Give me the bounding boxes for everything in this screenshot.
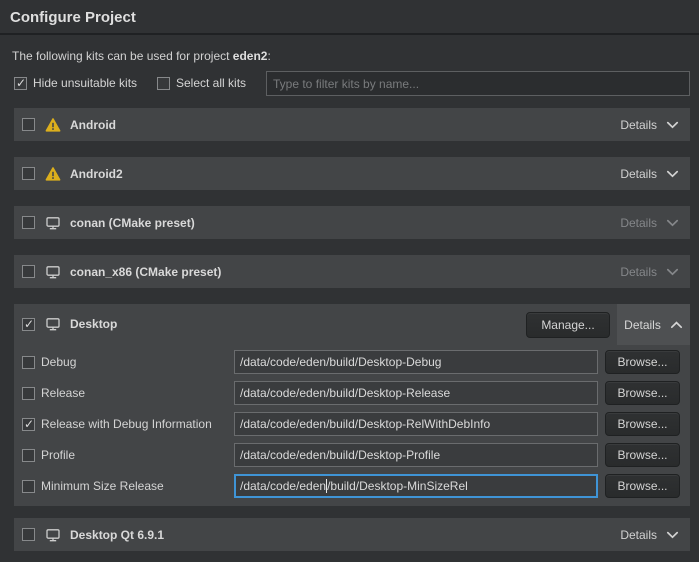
kit-checkbox[interactable] bbox=[22, 265, 35, 278]
build-config-row-profile: Profile Browse... bbox=[14, 443, 690, 467]
build-dir-input[interactable] bbox=[234, 412, 598, 436]
description-text: The following kits can be used for proje… bbox=[12, 49, 233, 63]
path-before-caret: /data/code/eden bbox=[240, 479, 326, 493]
kit-name: conan_x86 (CMake preset) bbox=[70, 265, 221, 279]
config-label: Profile bbox=[41, 448, 75, 462]
browse-button[interactable]: Browse... bbox=[605, 412, 680, 436]
kit-row-conan: conan (CMake preset) Details bbox=[14, 206, 690, 239]
browse-label: Browse... bbox=[617, 386, 667, 400]
details-toggle[interactable]: Details bbox=[620, 167, 690, 181]
details-label: Details bbox=[620, 528, 657, 542]
browse-label: Browse... bbox=[617, 417, 667, 431]
config-label: Debug bbox=[41, 355, 76, 369]
desktop-icon bbox=[45, 527, 61, 543]
details-toggle: Details bbox=[620, 265, 690, 279]
config-label: Minimum Size Release bbox=[41, 479, 164, 493]
warning-icon bbox=[45, 117, 61, 133]
browse-button[interactable]: Browse... bbox=[605, 350, 680, 374]
config-checkbox[interactable] bbox=[22, 356, 35, 369]
chevron-down-icon bbox=[666, 170, 679, 178]
kit-name: Desktop bbox=[70, 317, 117, 331]
manage-label: Manage... bbox=[541, 318, 594, 332]
config-checkbox[interactable] bbox=[22, 480, 35, 493]
select-all-checkbox[interactable] bbox=[157, 77, 170, 90]
warning-icon bbox=[45, 166, 61, 182]
hide-unsuitable-label: Hide unsuitable kits bbox=[33, 76, 137, 90]
description-suffix: : bbox=[267, 49, 270, 63]
chevron-down-icon bbox=[666, 219, 679, 227]
project-name: eden2 bbox=[233, 49, 268, 63]
browse-label: Browse... bbox=[617, 479, 667, 493]
config-checkbox[interactable] bbox=[22, 449, 35, 462]
details-toggle-expanded[interactable]: Details bbox=[617, 304, 690, 345]
desktop-icon bbox=[45, 215, 61, 231]
chevron-down-icon bbox=[666, 121, 679, 129]
kit-row-conan-x86: conan_x86 (CMake preset) Details bbox=[14, 255, 690, 288]
desktop-icon bbox=[45, 316, 61, 332]
browse-button[interactable]: Browse... bbox=[605, 381, 680, 405]
kit-name: Android bbox=[70, 118, 116, 132]
details-toggle[interactable]: Details bbox=[620, 118, 690, 132]
desktop-icon bbox=[45, 264, 61, 280]
kit-filter-input[interactable] bbox=[266, 71, 690, 96]
build-dir-input[interactable] bbox=[234, 381, 598, 405]
details-label: Details bbox=[620, 265, 657, 279]
kit-row-desktop-qt-691: Desktop Qt 6.9.1 Details bbox=[14, 518, 690, 551]
kit-checkbox[interactable] bbox=[22, 528, 35, 541]
chevron-down-icon bbox=[666, 531, 679, 539]
browse-label: Browse... bbox=[617, 448, 667, 462]
kit-name: Desktop Qt 6.9.1 bbox=[70, 528, 164, 542]
kit-name: conan (CMake preset) bbox=[70, 216, 195, 230]
chevron-down-icon bbox=[666, 268, 679, 276]
select-all-label: Select all kits bbox=[176, 76, 246, 90]
chevron-up-icon bbox=[670, 321, 683, 329]
kit-checkbox[interactable] bbox=[22, 118, 35, 131]
config-checkbox[interactable] bbox=[22, 418, 35, 431]
browse-button[interactable]: Browse... bbox=[605, 474, 680, 498]
build-dir-input-focused[interactable]: /data/code/eden/build/Desktop-MinSizeRel bbox=[234, 474, 598, 498]
kit-checkbox[interactable] bbox=[22, 318, 35, 331]
details-label: Details bbox=[620, 216, 657, 230]
build-config-row-minsizerel: Minimum Size Release /data/code/eden/bui… bbox=[14, 474, 690, 498]
kit-name: Android2 bbox=[70, 167, 123, 181]
hide-unsuitable-kits-option: Hide unsuitable kits bbox=[14, 76, 137, 90]
title-divider bbox=[0, 33, 699, 35]
browse-label: Browse... bbox=[617, 355, 667, 369]
build-dir-input[interactable] bbox=[234, 350, 598, 374]
details-label: Details bbox=[624, 318, 661, 332]
kit-checkbox[interactable] bbox=[22, 167, 35, 180]
details-label: Details bbox=[620, 118, 657, 132]
path-after-caret: /build/Desktop-MinSizeRel bbox=[327, 479, 468, 493]
kit-row-android: Android Details bbox=[14, 108, 690, 141]
kit-checkbox[interactable] bbox=[22, 216, 35, 229]
configure-project-page: Configure Project The following kits can… bbox=[0, 0, 699, 562]
details-toggle[interactable]: Details bbox=[620, 528, 690, 542]
config-checkbox[interactable] bbox=[22, 387, 35, 400]
kit-row-android2: Android2 Details bbox=[14, 157, 690, 190]
select-all-kits-option: Select all kits bbox=[157, 76, 246, 90]
build-dir-input[interactable] bbox=[234, 443, 598, 467]
manage-kits-button[interactable]: Manage... bbox=[526, 312, 610, 338]
details-label: Details bbox=[620, 167, 657, 181]
hide-unsuitable-checkbox[interactable] bbox=[14, 77, 27, 90]
kit-row-desktop-expanded: Desktop Manage... Details Debug Browse..… bbox=[14, 304, 690, 506]
config-label: Release with Debug Information bbox=[41, 417, 212, 431]
build-config-row-debug: Debug Browse... bbox=[14, 350, 690, 374]
kits-description: The following kits can be used for proje… bbox=[12, 49, 271, 63]
details-toggle: Details bbox=[620, 216, 690, 230]
build-config-row-release: Release Browse... bbox=[14, 381, 690, 405]
config-label: Release bbox=[41, 386, 85, 400]
build-config-row-relwithdebinfo: Release with Debug Information Browse... bbox=[14, 412, 690, 436]
browse-button[interactable]: Browse... bbox=[605, 443, 680, 467]
page-title: Configure Project bbox=[10, 9, 136, 26]
